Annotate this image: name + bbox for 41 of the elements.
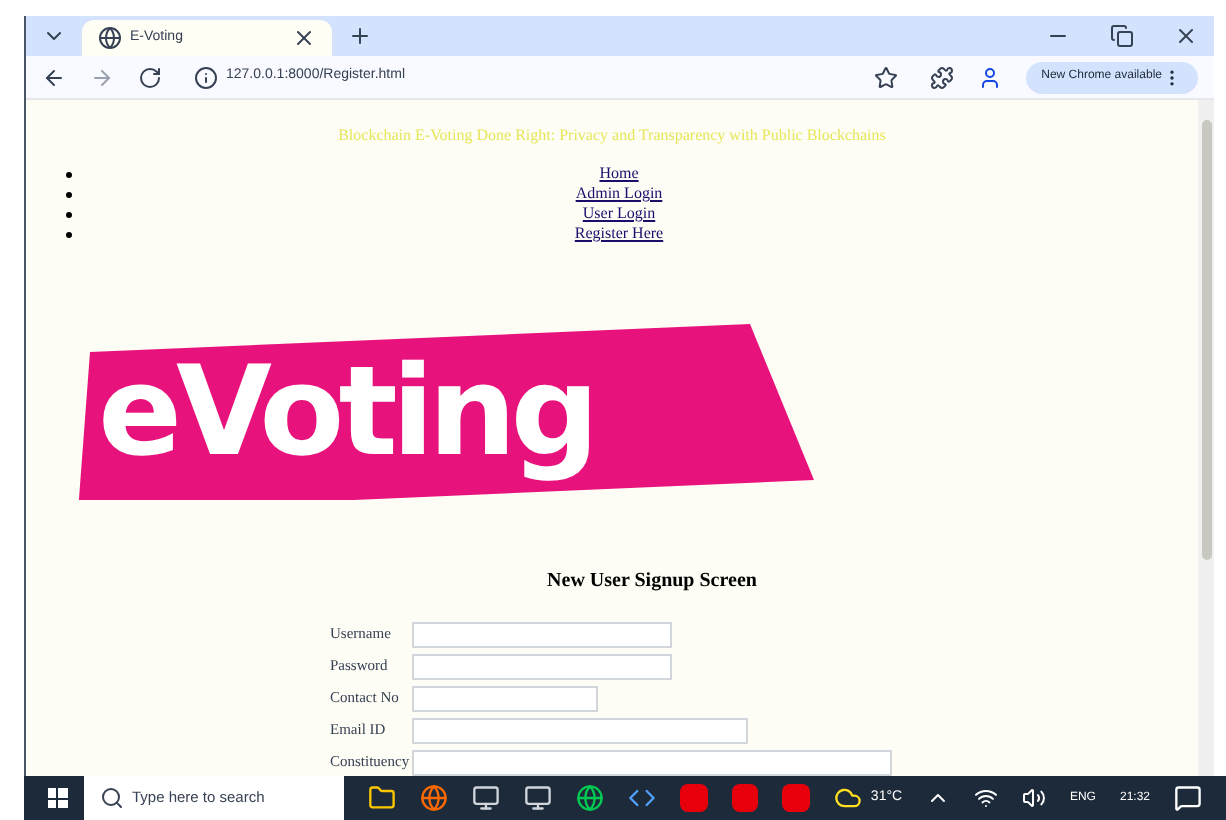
form-title: New User Signup Screen <box>547 568 757 596</box>
profile-icon[interactable] <box>977 65 1002 89</box>
nav-link[interactable]: Admin Login <box>575 182 663 206</box>
terminal-icon[interactable] <box>523 784 552 812</box>
nav-link[interactable]: User Login <box>582 202 656 226</box>
close-icon[interactable] <box>292 26 316 50</box>
reload-icon[interactable] <box>138 65 162 89</box>
app-icon[interactable] <box>679 784 708 812</box>
puzzle-icon[interactable] <box>929 65 954 89</box>
nav-link[interactable]: Home <box>599 162 639 186</box>
browser-icon[interactable] <box>575 784 604 812</box>
search-icon <box>99 786 124 810</box>
info-icon <box>194 65 218 89</box>
browser-icon[interactable] <box>419 784 448 812</box>
bullet-icon <box>66 171 72 177</box>
speaker-icon[interactable] <box>1022 786 1046 810</box>
input-field[interactable] <box>412 685 598 711</box>
bullet-icon <box>66 231 72 237</box>
input-field[interactable] <box>412 653 672 679</box>
app-icon[interactable] <box>731 784 759 812</box>
new-tab-icon[interactable] <box>348 24 372 48</box>
back-icon[interactable] <box>42 65 66 89</box>
input-field[interactable] <box>412 749 892 775</box>
notification-icon[interactable] <box>1174 784 1202 812</box>
restore-icon[interactable] <box>1110 24 1134 48</box>
weather-icon <box>834 784 863 812</box>
folder-icon[interactable] <box>367 784 396 812</box>
scrollbar[interactable] <box>1198 100 1214 776</box>
bullet-icon <box>66 211 72 217</box>
input-field[interactable] <box>412 621 672 647</box>
terminal-icon[interactable] <box>471 784 500 812</box>
windows-start-icon[interactable] <box>48 788 68 808</box>
code-editor-icon[interactable] <box>627 784 656 812</box>
close-icon[interactable] <box>1174 24 1198 48</box>
bullet-icon <box>66 191 72 197</box>
input-field[interactable] <box>412 717 748 743</box>
page-heading: Blockchain E-Voting Done Right: Privacy and Transparency with Public Blockchains <box>338 124 886 148</box>
globe-icon <box>98 26 122 50</box>
app-icon[interactable] <box>782 784 811 812</box>
star-icon[interactable] <box>873 65 898 89</box>
nav-link[interactable]: Register Here <box>574 222 664 246</box>
